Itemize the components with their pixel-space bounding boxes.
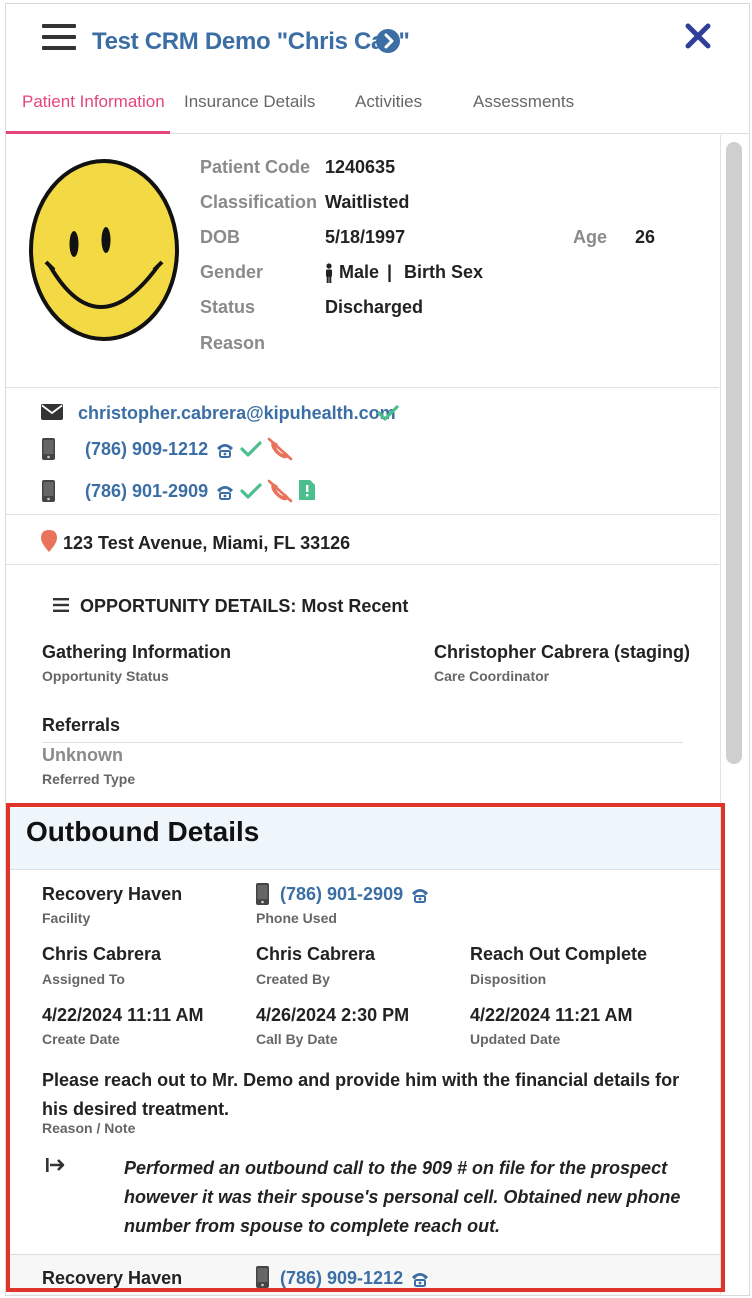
referred-type-label: Referred Type [42, 771, 136, 787]
next-phone-link[interactable]: (786) 909-1212 [280, 1268, 403, 1289]
opportunity-status-label: Opportunity Status [42, 668, 169, 684]
classification-label: Classification [200, 192, 318, 212]
document-icon[interactable] [299, 480, 315, 505]
tab-insurance-details[interactable]: Insurance Details [184, 92, 315, 112]
opportunity-title: OPPORTUNITY DETAILS: Most Recent [80, 596, 409, 616]
next-facility-value: Recovery Haven [42, 1268, 183, 1288]
reply-arrow-icon [46, 1157, 66, 1178]
dob-label: DOB [200, 227, 240, 247]
tab-patient-information[interactable]: Patient Information [22, 92, 165, 112]
mobile-phone-icon [256, 1266, 269, 1293]
outbound-title: Outbound Details [26, 816, 260, 847]
male-icon [324, 263, 334, 288]
phone-used-link[interactable]: (786) 901-2909 [280, 884, 403, 905]
gender-value: Male [339, 262, 380, 282]
call-by-date-label: Call By Date [256, 1031, 338, 1047]
close-icon[interactable] [682, 20, 714, 52]
patient-code-label: Patient Code [200, 157, 311, 177]
assigned-to-label: Assigned To [42, 971, 125, 987]
create-date-label: Create Date [42, 1031, 120, 1047]
mobile-phone-icon [42, 438, 55, 465]
address-text: 123 Test Avenue, Miami, FL 33126 [63, 533, 351, 553]
updated-date-value: 4/22/2024 11:21 AM [470, 1005, 633, 1025]
phone-2-link[interactable]: (786) 901-2909 [85, 481, 208, 502]
create-date-value: 4/22/2024 11:11 AM [42, 1005, 204, 1025]
referrals-heading: Referrals [42, 715, 121, 735]
telephone-icon[interactable] [410, 886, 430, 909]
check-icon [240, 440, 262, 463]
arrow-circle-icon[interactable] [376, 29, 400, 53]
status-label: Status [200, 297, 256, 317]
patient-code-value: 1240635 [325, 157, 396, 177]
updated-date-label: Updated Date [470, 1031, 561, 1047]
telephone-icon[interactable] [215, 441, 235, 464]
divider [6, 387, 719, 388]
opportunity-status-value: Gathering Information [42, 642, 231, 662]
envelope-icon [41, 404, 63, 425]
age-value: 26 [635, 227, 656, 247]
check-icon [377, 404, 399, 427]
classification-value: Waitlisted [325, 192, 410, 212]
phone-1-link[interactable]: (786) 909-1212 [85, 439, 208, 460]
phone-used-label: Phone Used [256, 910, 337, 926]
page-title: Test CRM Demo "Chris Cab" [92, 28, 410, 55]
tab-bar: Patient Information Insurance Details Ac… [6, 76, 749, 134]
care-coordinator-label: Care Coordinator [434, 668, 550, 684]
birth-sex-label: Birth Sex [404, 262, 484, 282]
email-link[interactable]: christopher.cabrera@kipuhealth.com [78, 403, 396, 424]
assigned-to-value: Chris Cabrera [42, 944, 162, 964]
divider [6, 514, 719, 515]
patient-panel: Test CRM Demo "Chris Cab" Patient Inform… [5, 3, 750, 1296]
gender-separator: | [387, 262, 393, 282]
list-icon [53, 598, 69, 617]
call-by-date-value: 4/26/2024 2:30 PM [256, 1005, 410, 1025]
no-call-icon[interactable] [267, 437, 293, 466]
mobile-phone-icon [42, 480, 55, 507]
divider [42, 742, 683, 743]
mobile-phone-icon [256, 883, 269, 910]
tab-activities[interactable]: Activities [355, 92, 422, 112]
avatar [28, 158, 180, 342]
reason-note-text: Please reach out to Mr. Demo and provide… [42, 1070, 680, 1119]
hamburger-menu-icon[interactable] [42, 24, 76, 52]
check-icon [240, 482, 262, 505]
no-call-icon[interactable] [267, 479, 293, 508]
telephone-icon[interactable] [410, 1270, 430, 1293]
tab-assessments[interactable]: Assessments [473, 92, 574, 112]
disposition-value: Reach Out Complete [470, 944, 648, 964]
dob-value: 5/18/1997 [325, 227, 406, 247]
gender-label: Gender [200, 262, 264, 282]
scrollbar-thumb[interactable] [726, 142, 742, 764]
disposition-label: Disposition [470, 971, 547, 987]
created-by-value: Chris Cabrera [256, 944, 376, 964]
status-value: Discharged [325, 297, 424, 317]
map-pin-icon [41, 530, 57, 557]
referred-type-value: Unknown [42, 745, 123, 765]
care-coordinator-value: Christopher Cabrera (staging) [434, 642, 691, 662]
reason-label: Reason [200, 333, 266, 353]
reason-note-label: Reason / Note [42, 1120, 136, 1136]
facility-value: Recovery Haven [42, 884, 183, 904]
divider [6, 564, 719, 565]
facility-label: Facility [42, 910, 91, 926]
age-label: Age [573, 227, 608, 247]
telephone-icon[interactable] [215, 483, 235, 506]
reply-note-text: Performed an outbound call to the 909 # … [124, 1158, 681, 1236]
active-tab-indicator [6, 131, 170, 134]
created-by-label: Created By [256, 971, 330, 987]
